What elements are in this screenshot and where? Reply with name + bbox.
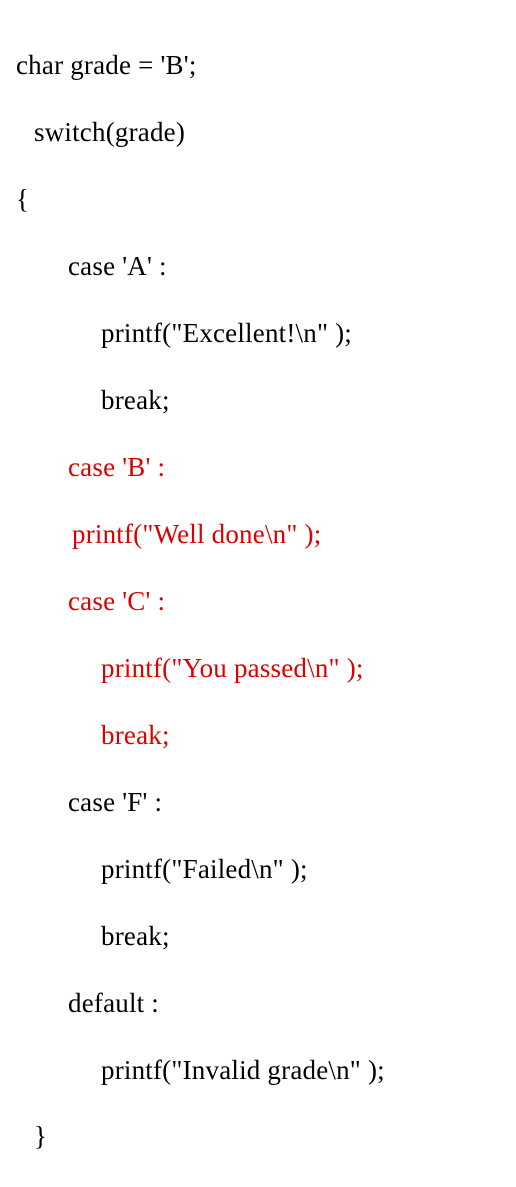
code-line-highlight: break;	[16, 719, 516, 752]
code-line: switch(grade)	[16, 116, 516, 149]
code-line: {	[16, 183, 516, 216]
code-line: case 'A' :	[16, 250, 516, 283]
code-snippet: char grade = 'B'; switch(grade) { case '…	[0, 0, 516, 1187]
code-line: default :	[16, 987, 516, 1020]
code-line: char grade = 'B';	[16, 49, 516, 82]
code-line-highlight: case 'B' :	[16, 451, 516, 484]
code-line-highlight: printf("You passed\n" );	[16, 652, 516, 685]
code-line-highlight: case 'C' :	[16, 585, 516, 618]
code-line: case 'F' :	[16, 786, 516, 819]
code-line: printf("Excellent!\n" );	[16, 317, 516, 350]
code-line: printf("Failed\n" );	[16, 853, 516, 886]
code-line-highlight: printf("Well done\n" );	[16, 518, 516, 551]
code-line: break;	[16, 384, 516, 417]
code-line: printf("Invalid grade\n" );	[16, 1054, 516, 1087]
code-line: }	[16, 1120, 516, 1153]
code-line: break;	[16, 920, 516, 953]
